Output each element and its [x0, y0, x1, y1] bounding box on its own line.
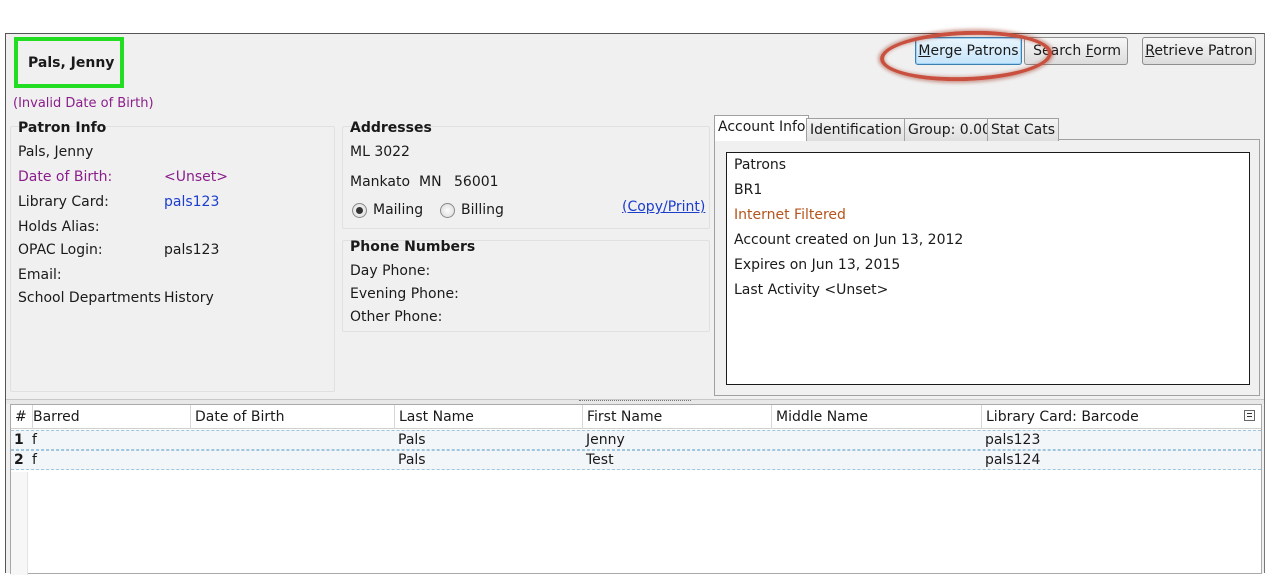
column-header-last-name[interactable]: Last Name: [395, 405, 583, 429]
column-picker-icon[interactable]: [1244, 410, 1255, 421]
other-phone-label: Other Phone:: [350, 309, 443, 325]
dob-value: <Unset>: [164, 169, 228, 185]
address-state: MN: [419, 174, 442, 190]
account-tab-panel: Patrons BR1 Internet Filtered Account cr…: [714, 139, 1260, 396]
dob-label: Date of Birth:: [18, 169, 113, 185]
merge-patrons-button[interactable]: Merge Patrons: [915, 37, 1022, 65]
mailing-radio[interactable]: [352, 203, 367, 218]
internet-filtered-line: Internet Filtered: [734, 207, 846, 223]
row-last-name: Pals: [398, 452, 426, 468]
column-header-barcode[interactable]: Library Card: Barcode: [982, 405, 1242, 429]
table-row[interactable]: 1 f Pals Jenny pals123: [11, 430, 1261, 450]
patron-name-banner: Pals, Jenny: [14, 37, 124, 88]
tab-group[interactable]: Group: 0.00: [904, 118, 995, 141]
opac-login-label: OPAC Login:: [18, 242, 103, 258]
holds-alias-label: Holds Alias:: [18, 219, 100, 235]
addresses-title: Addresses: [350, 120, 432, 136]
account-info-box: Patrons BR1 Internet Filtered Account cr…: [726, 152, 1250, 385]
address-city: Mankato: [350, 174, 411, 190]
row-barcode: pals124: [985, 452, 1041, 468]
day-phone-label: Day Phone:: [350, 263, 431, 279]
search-form-button[interactable]: Search Form: [1024, 37, 1128, 65]
row-last-name: Pals: [398, 432, 426, 448]
row-barred: f: [32, 452, 37, 468]
results-header: # Barred Date of Birth Last Name First N…: [11, 405, 1261, 429]
email-label: Email:: [18, 267, 62, 283]
splitter-grip[interactable]: [579, 400, 691, 403]
mailing-label[interactable]: Mailing: [373, 202, 423, 218]
expires-line: Expires on Jun 13, 2015: [734, 257, 901, 273]
tab-account-info[interactable]: Account Info: [714, 115, 810, 141]
school-departments-label: School Departments: [18, 290, 161, 306]
school-departments-value: History: [164, 290, 214, 306]
copy-print-link[interactable]: (Copy/Print): [622, 199, 705, 215]
tab-stat-cats[interactable]: Stat Cats: [987, 118, 1060, 141]
address-line1: ML 3022: [350, 144, 410, 160]
patron-info-group: [10, 126, 335, 392]
row-barred: f: [32, 432, 37, 448]
row-barcode: pals123: [985, 432, 1041, 448]
table-row[interactable]: 2 f Pals Test pals124: [11, 450, 1261, 470]
billing-radio[interactable]: [440, 203, 455, 218]
account-created-line: Account created on Jun 13, 2012: [734, 232, 964, 248]
patron-results-list: # Barred Date of Birth Last Name First N…: [10, 404, 1262, 575]
patron-window: Pals, Jenny Merge Patrons Search Form Re…: [5, 28, 1265, 575]
account-info-line: Patrons: [734, 157, 787, 173]
invalid-dob-warning: (Invalid Date of Birth): [13, 96, 154, 111]
account-info-line: BR1: [734, 182, 763, 198]
patron-info-title: Patron Info: [18, 120, 107, 136]
row-number-gutter: [11, 472, 28, 575]
retrieve-patron-button[interactable]: Retrieve Patron: [1142, 37, 1256, 65]
library-card-value[interactable]: pals123: [164, 194, 219, 210]
row-first-name: Jenny: [586, 432, 625, 448]
patron-name: Pals, Jenny: [28, 55, 115, 71]
patron-info-name: Pals, Jenny: [18, 144, 94, 160]
tab-identification[interactable]: Identification: [806, 118, 906, 141]
address-zip: 56001: [454, 174, 499, 190]
billing-label[interactable]: Billing: [461, 202, 504, 218]
library-card-label: Library Card:: [18, 194, 109, 210]
row-number: 1: [14, 432, 24, 448]
evening-phone-label: Evening Phone:: [350, 286, 459, 302]
opac-login-value: pals123: [164, 242, 220, 258]
column-header-dob[interactable]: Date of Birth: [191, 405, 395, 429]
phone-numbers-title: Phone Numbers: [350, 239, 476, 255]
column-header-barred[interactable]: Barred: [29, 405, 191, 429]
row-first-name: Test: [586, 452, 614, 468]
column-header-middle-name[interactable]: Middle Name: [772, 405, 982, 429]
last-activity-line: Last Activity <Unset>: [734, 282, 889, 298]
column-header-first-name[interactable]: First Name: [583, 405, 772, 429]
row-number: 2: [14, 452, 24, 468]
